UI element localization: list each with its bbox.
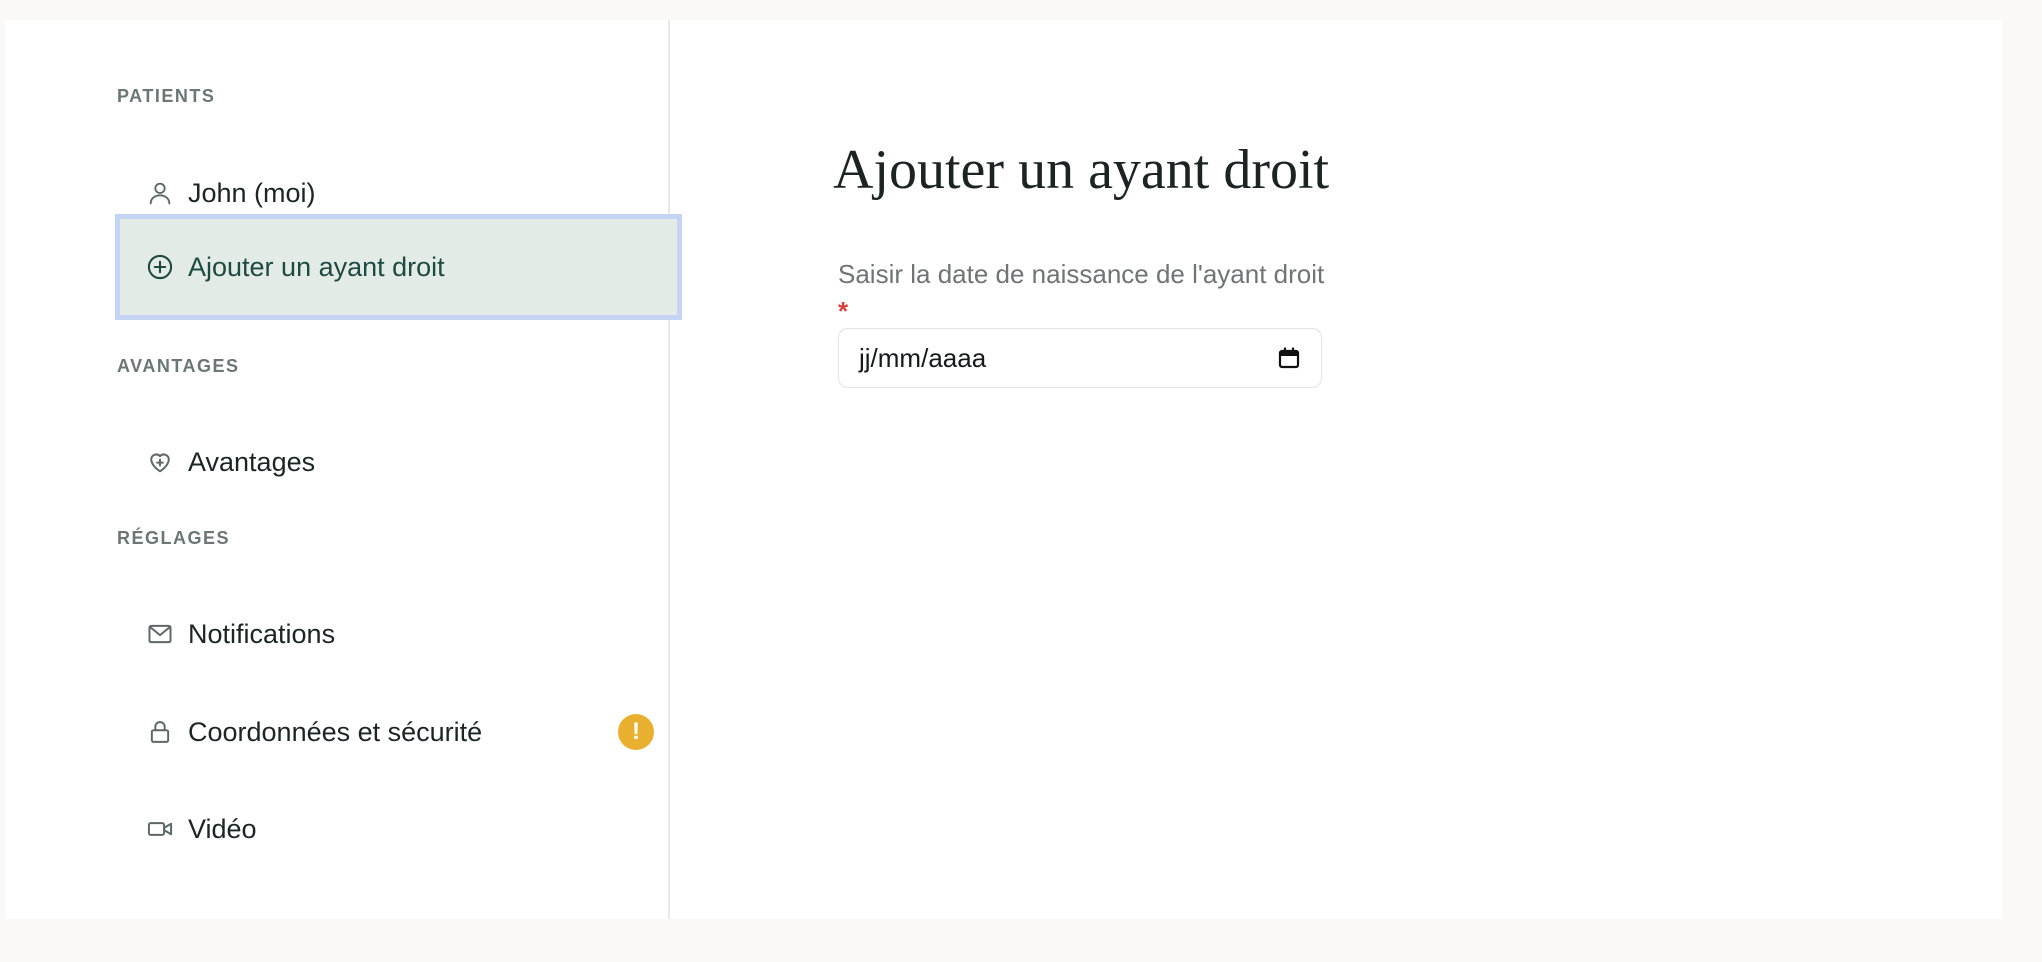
section-label-avantages: AVANTAGES <box>117 356 240 376</box>
birthdate-label-text: Saisir la date de naissance de l'ayant d… <box>838 259 1325 289</box>
sidebar-item-add-dependent[interactable]: Ajouter un ayant droit <box>115 214 682 320</box>
required-mark: * <box>838 296 849 326</box>
sidebar-item-label: Notifications <box>188 618 336 649</box>
sidebar-item-label: Vidéo <box>188 813 257 844</box>
sidebar: PATIENTS John (moi) Ajouter un ayant dro… <box>5 20 682 919</box>
section-label-patients: PATIENTS <box>117 86 216 106</box>
birthdate-input[interactable]: jj/mm/aaaa <box>838 328 1322 388</box>
sidebar-item-benefits[interactable]: Avantages <box>115 413 682 511</box>
sidebar-item-video[interactable]: Vidéo <box>115 780 682 878</box>
app-window: PATIENTS John (moi) Ajouter un ayant dro… <box>5 20 2002 919</box>
birthdate-label: Saisir la date de naissance de l'ayant d… <box>838 256 1338 330</box>
video-icon <box>146 815 174 843</box>
birthdate-placeholder: jj/mm/aaaa <box>859 342 987 373</box>
plus-circle-icon <box>146 253 174 281</box>
sidebar-item-security[interactable]: Coordonnées et sécurité ! <box>115 683 682 781</box>
sidebar-item-label: Avantages <box>188 446 316 477</box>
warning-badge: ! <box>618 714 654 750</box>
sidebar-item-notifications[interactable]: Notifications <box>115 585 682 683</box>
page-title: Ajouter un ayant droit <box>833 139 1330 201</box>
sidebar-item-label: Ajouter un ayant droit <box>188 251 445 282</box>
heart-plus-icon <box>146 448 174 476</box>
sidebar-item-label: Coordonnées et sécurité <box>188 716 483 747</box>
user-icon <box>146 179 174 207</box>
calendar-icon[interactable] <box>1277 346 1301 370</box>
sidebar-item-label: John (moi) <box>188 177 316 208</box>
section-label-reglages: RÉGLAGES <box>117 528 231 548</box>
mail-icon <box>146 620 174 648</box>
lock-icon <box>146 718 174 746</box>
